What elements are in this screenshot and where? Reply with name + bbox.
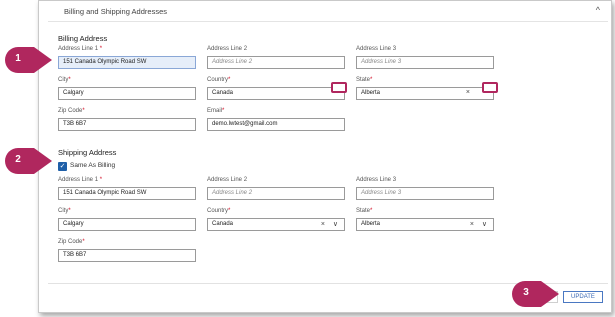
chevron-down-icon[interactable]: ∨ <box>482 221 490 228</box>
shipping-state-select[interactable]: Alberta × ∨ <box>356 218 494 231</box>
billing-address1-label: Address Line 1 * <box>58 46 103 52</box>
shipping-address2-label: Address Line 2 <box>207 177 248 183</box>
billing-email-input[interactable]: demo.lwtest@gmail.com <box>207 118 345 131</box>
billing-zip-label: Zip Code* <box>58 108 85 114</box>
clear-icon[interactable]: × <box>470 221 477 228</box>
card-header[interactable]: Billing and Shipping Addresses ^ <box>48 4 608 22</box>
same-as-billing-label[interactable]: Same As Billing <box>70 162 115 169</box>
billing-address3-label: Address Line 3 <box>356 46 397 52</box>
billing-country-dropdown-highlight[interactable] <box>331 82 347 93</box>
shipping-state-label: State* <box>356 208 373 214</box>
callout-number-2: 2 <box>15 154 21 165</box>
billing-state-label: State* <box>356 77 373 83</box>
shipping-zip-input[interactable]: T3B 6B7 <box>58 249 196 262</box>
billing-address3-input[interactable]: Address Line 3 <box>356 56 494 69</box>
collapse-caret-icon[interactable]: ^ <box>596 5 600 15</box>
shipping-state-controls[interactable]: × ∨ <box>470 220 490 228</box>
clear-icon[interactable]: × <box>321 221 328 228</box>
billing-country-select[interactable]: Canada × <box>207 87 345 100</box>
shipping-country-controls[interactable]: × ∨ <box>321 220 341 228</box>
update-button[interactable]: UPDATE <box>563 291 603 303</box>
callout-marker-2: 2 <box>4 147 54 175</box>
shipping-country-select[interactable]: Canada × ∨ <box>207 218 345 231</box>
billing-section-title: Billing Address <box>58 34 108 43</box>
billing-email-label: Email* <box>207 108 225 114</box>
billing-address1-input[interactable]: 151 Canada Olympic Road SW <box>58 56 196 69</box>
billing-state-select[interactable]: Alberta × <box>356 87 494 100</box>
billing-state-value: Alberta <box>361 90 381 96</box>
shipping-address2-input[interactable]: Address Line 2 <box>207 187 345 200</box>
shipping-address3-input[interactable]: Address Line 3 <box>356 187 494 200</box>
billing-country-label: Country* <box>207 77 231 83</box>
shipping-country-value: Canada <box>212 221 234 227</box>
shipping-address3-label: Address Line 3 <box>356 177 397 183</box>
billing-city-label: City* <box>58 77 71 83</box>
billing-country-value: Canada <box>212 90 234 96</box>
shipping-city-label: City* <box>58 208 71 214</box>
callout-marker-1: 1 <box>4 46 54 74</box>
billing-state-dropdown-highlight[interactable] <box>482 82 498 93</box>
dialog-frame <box>38 0 612 313</box>
shipping-state-value: Alberta <box>361 221 381 227</box>
shipping-country-label: Country* <box>207 208 231 214</box>
billing-address2-input[interactable]: Address Line 2 <box>207 56 345 69</box>
billing-state-clear-icon[interactable]: × <box>466 89 473 96</box>
callout-marker-3: 3 <box>511 280 561 308</box>
shipping-section-title: Shipping Address <box>58 148 117 157</box>
billing-address2-label: Address Line 2 <box>207 46 248 52</box>
billing-zip-input[interactable]: T3B 6B7 <box>58 118 196 131</box>
shipping-address1-input[interactable]: 151 Canada Olympic Road SW <box>58 187 196 200</box>
shipping-city-input[interactable]: Calgary <box>58 218 196 231</box>
callout-number-1: 1 <box>15 53 21 64</box>
same-as-billing-checkbox[interactable]: ✓ <box>58 162 67 171</box>
card-title: Billing and Shipping Addresses <box>64 7 167 16</box>
chevron-down-icon[interactable]: ∨ <box>333 221 341 228</box>
callout-number-3: 3 <box>523 287 529 298</box>
shipping-address1-label: Address Line 1 * <box>58 177 103 183</box>
shipping-zip-label: Zip Code* <box>58 239 85 245</box>
billing-city-input[interactable]: Calgary <box>58 87 196 100</box>
